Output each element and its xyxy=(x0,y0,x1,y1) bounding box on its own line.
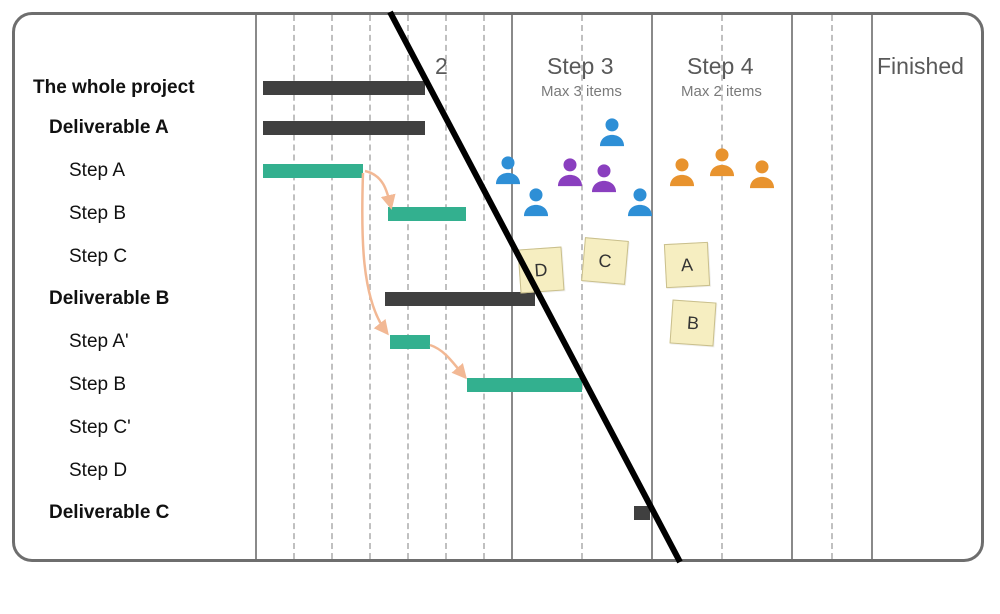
gantt-bar xyxy=(634,506,650,520)
person-icon xyxy=(587,161,621,195)
gantt-bar xyxy=(467,378,582,392)
stage: 2 Step 3 Max 3 items Step 4 Max 2 items … xyxy=(0,0,1000,614)
gantt-bar xyxy=(263,81,425,95)
col-sub-step4: Max 2 items xyxy=(681,83,762,100)
col-sub-step3: Max 3 items xyxy=(541,83,622,100)
person-icon xyxy=(553,155,587,189)
rowlabel: Step D xyxy=(69,460,127,482)
rowlabel: Deliverable A xyxy=(49,117,169,139)
gridline-dash xyxy=(369,15,371,559)
kanban-card[interactable]: B xyxy=(670,300,717,347)
person-icon xyxy=(623,185,657,219)
gridline-dash xyxy=(445,15,447,559)
person-icon xyxy=(665,155,699,189)
diagram-frame: 2 Step 3 Max 3 items Step 4 Max 2 items … xyxy=(12,12,984,562)
rowlabel: The whole project xyxy=(33,77,195,99)
person-icon xyxy=(595,115,629,149)
gridline-solid xyxy=(791,15,793,559)
rowlabel: Step B xyxy=(69,203,126,225)
person-icon xyxy=(705,145,739,179)
rowlabel: Step A' xyxy=(69,331,129,353)
kanban-card[interactable]: C xyxy=(581,237,629,285)
col-header-step3: Step 3 xyxy=(547,53,614,80)
col-header-finished: Finished xyxy=(877,53,964,80)
gantt-bar xyxy=(263,164,363,178)
gridline-solid xyxy=(871,15,873,559)
gridline-dash xyxy=(293,15,295,559)
kanban-card[interactable]: D xyxy=(518,247,565,294)
rowlabel: Step C' xyxy=(69,417,131,439)
person-icon xyxy=(745,157,779,191)
rowlabel: Step B xyxy=(69,374,126,396)
col-header-step4: Step 4 xyxy=(687,53,754,80)
gridline-dash xyxy=(831,15,833,559)
gridline-dash xyxy=(483,15,485,559)
gridline-solid xyxy=(511,15,513,559)
col-header-step2: 2 xyxy=(435,53,448,80)
gridline-dash xyxy=(331,15,333,559)
gridline-solid xyxy=(651,15,653,559)
rowlabel: Step C xyxy=(69,246,127,268)
gantt-bar xyxy=(385,292,535,306)
person-icon xyxy=(519,185,553,219)
person-icon xyxy=(491,153,525,187)
gantt-bar xyxy=(388,207,466,221)
kanban-card[interactable]: A xyxy=(664,242,710,288)
gridline-solid xyxy=(255,15,257,559)
gantt-bar xyxy=(263,121,425,135)
rowlabel: Deliverable C xyxy=(49,502,169,524)
gridline-dash xyxy=(407,15,409,559)
rowlabel: Deliverable B xyxy=(49,288,169,310)
gantt-bar xyxy=(390,335,430,349)
rowlabel: Step A xyxy=(69,160,125,182)
